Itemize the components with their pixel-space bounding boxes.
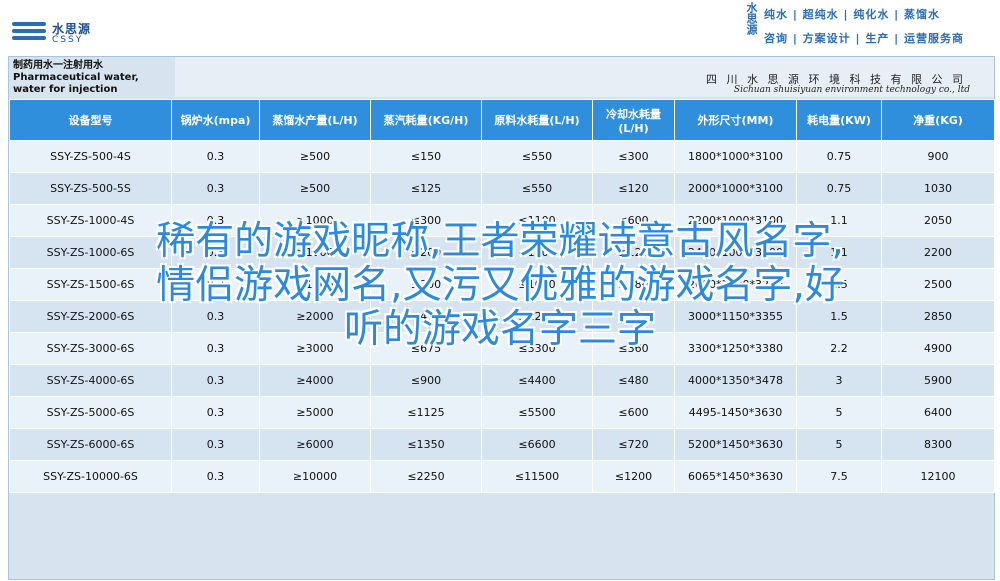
spec-cell: 0.3 [171,364,260,397]
table-row: SSY-ZS-4000-6S 0.3 ≥4000 ≤900 ≤4400 ≤480 4000*… [9,364,995,397]
column-header: 锅炉水(mpa) [171,99,260,141]
company-name-en: Sichuan shuisiyuan environment technolog… [733,85,970,95]
spec-cell: 6400 [881,396,995,429]
column-header: 耗电量(KW) [796,99,882,141]
logo-name-en: CSSY [52,35,84,45]
product-title-cn: 制药用水一注射用水 [13,60,103,71]
column-header: 原料水耗量(L/H) [481,99,593,141]
spec-cell: ≤150 [370,140,482,173]
column-header: 冷却水耗量(L/H) [592,99,675,141]
spec-cell: ≤600 [592,396,675,429]
spec-cell: 0.3 [171,140,260,173]
spec-cell: ≤11500 [481,460,593,493]
spec-cell: ≤6600 [481,428,593,461]
tagline-vertical-brand: 水思源 [745,2,758,35]
spec-cell: 900 [881,140,995,173]
spec-cell: 8300 [881,428,995,461]
headline-line: 情侣游戏网名,又污又优雅的游戏名字,好 [156,263,844,308]
spec-cell: 1030 [881,172,995,205]
model-cell: SSY-ZS-4000-6S [9,364,172,397]
column-header: 净重(KG) [881,99,995,141]
spec-cell: 0.3 [171,396,260,429]
spec-cell: ≤2250 [370,460,482,493]
spec-cell: ≤550 [481,172,593,205]
spec-cell: ≤720 [592,428,675,461]
spec-cell: ≤1125 [370,396,482,429]
water-wave-icon [12,22,46,44]
product-title: 制药用水一注射用水 Pharmaceutical water, water fo… [9,57,171,97]
spec-cell: 0.75 [796,140,882,173]
spec-cell: 6065*1450*3630 [674,460,797,493]
table-row: SSY-ZS-6000-6S 0.3 ≥6000 ≤1350 ≤6600 ≤720 5200… [9,428,995,461]
table-header-row: 设备型号 锅炉水(mpa) 蒸馏水产量(L/H) 蒸汽耗量(KG/H) 原料水耗… [9,99,995,141]
model-cell: SSY-ZS-500-5S [9,172,172,205]
table-row: SSY-ZS-10000-6S 0.3 ≥10000 ≤2250 ≤11500 ≤1200… [9,460,995,493]
spec-cell: 1800*1000*3100 [674,140,797,173]
spec-cell: 7.5 [796,460,882,493]
table-row: SSY-ZS-5000-6S 0.3 ≥5000 ≤1125 ≤5500 ≤600 4495… [9,396,995,429]
spec-cell: ≤480 [592,364,675,397]
spec-cell: 5200*1450*3630 [674,428,797,461]
model-cell: SSY-ZS-10000-6S [9,460,172,493]
article-headline[interactable]: 稀有的游戏昵称,王者荣耀诗意古风名字, 情侣游戏网名,又污又优雅的游戏名字,好 … [0,220,1000,352]
spec-cell: ≥500 [259,172,371,205]
column-header: 蒸馏水产量(L/H) [259,99,371,141]
spec-cell: ≤1200 [592,460,675,493]
model-cell: SSY-ZS-5000-6S [9,396,172,429]
spec-cell: 0.75 [796,172,882,205]
spec-cell: ≥10000 [259,460,371,493]
spec-cell: 0.3 [171,428,260,461]
spec-cell: ≥4000 [259,364,371,397]
spec-cell: ≤550 [481,140,593,173]
tagline-products: 纯水 | 超纯水 | 纯化水 | 蒸馏水 [764,8,941,21]
page-header: 水思源 CSSY 水思源 纯水 | 超纯水 | 纯化水 | 蒸馏水 咨询 | 方… [0,0,1000,56]
spec-cell: 4000*1350*3478 [674,364,797,397]
spec-cell: ≤4400 [481,364,593,397]
spec-cell: ≥5000 [259,396,371,429]
spec-cell: 5 [796,396,882,429]
spec-cell: ≤5500 [481,396,593,429]
table-row: SSY-ZS-500-4S 0.3 ≥500 ≤150 ≤550 ≤300 1800*100… [9,140,995,173]
spec-cell: ≤125 [370,172,482,205]
table-row: SSY-ZS-500-5S 0.3 ≥500 ≤125 ≤550 ≤120 2000*100… [9,172,995,205]
spec-cell: ≤900 [370,364,482,397]
spec-cell: 4495-1450*3630 [674,396,797,429]
spec-cell: 5 [796,428,882,461]
column-header: 蒸汽耗量(KG/H) [370,99,482,141]
product-title-en: Pharmaceutical water, water for injectio… [13,72,139,95]
brand-logo[interactable]: 水思源 CSSY [12,16,122,50]
brand-tagline: 水思源 纯水 | 超纯水 | 纯化水 | 蒸馏水 咨询 | 方案设计 | 生产 … [738,2,1000,50]
spec-cell: ≤120 [592,172,675,205]
spec-cell: ≤1350 [370,428,482,461]
spec-cell: 3 [796,364,882,397]
spec-cell: ≤300 [592,140,675,173]
spec-cell: 0.3 [171,460,260,493]
model-cell: SSY-ZS-6000-6S [9,428,172,461]
spec-cell: 0.3 [171,172,260,205]
company-banner: 四 川 水 思 源 环 境 科 技 有 限 公 司 Sichuan shuisi… [175,57,994,97]
tagline-services: 咨询 | 方案设计 | 生产 | 运营服务商 [764,32,965,45]
spec-cell: ≥6000 [259,428,371,461]
column-header: 外形尺寸(MM) [674,99,797,141]
spec-cell: ≥500 [259,140,371,173]
column-header: 设备型号 [9,99,172,141]
headline-line: 听的游戏名字三字 [343,307,656,352]
spec-cell: 2000*1000*3100 [674,172,797,205]
headline-line: 稀有的游戏昵称,王者荣耀诗意古风名字, [156,219,844,264]
spec-cell: 12100 [881,460,995,493]
model-cell: SSY-ZS-500-4S [9,140,172,173]
spec-cell: 5900 [881,364,995,397]
